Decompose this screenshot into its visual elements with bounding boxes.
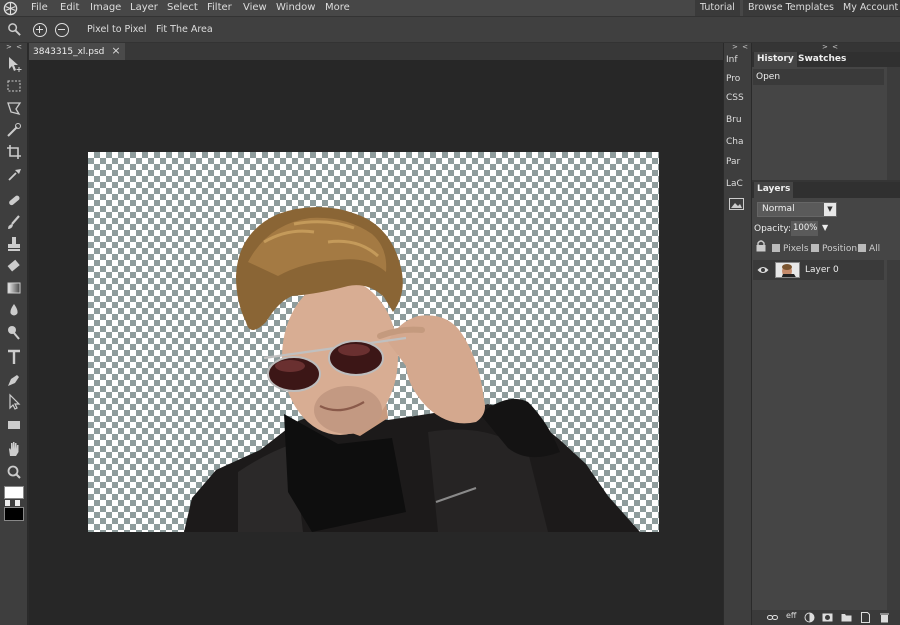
menu-image[interactable]: Image (90, 0, 121, 17)
healing-tool-icon[interactable] (4, 191, 24, 209)
layer-comps-panel-button[interactable]: LaC (726, 175, 750, 193)
document-tab-title: 3843315_xl.psd (33, 47, 105, 57)
search-icon[interactable] (7, 22, 22, 37)
brush-tool-icon[interactable] (4, 213, 24, 231)
lock-icon (756, 240, 766, 252)
image-panel-icon[interactable] (729, 198, 744, 210)
default-colors-icon[interactable] (5, 500, 10, 506)
crop-tool-icon[interactable] (4, 143, 24, 161)
eye-icon[interactable] (757, 264, 769, 276)
lock-all-checkbox[interactable]: All (858, 244, 880, 254)
chevron-down-icon: ▼ (824, 203, 836, 216)
lasso-tool-icon[interactable] (4, 99, 24, 117)
layer-name: Layer 0 (805, 265, 839, 275)
background-color-swatch[interactable] (4, 507, 24, 521)
opacity-input[interactable]: 100% (791, 221, 818, 236)
menu-window[interactable]: Window (276, 0, 315, 17)
tab-swatches[interactable]: Swatches (795, 52, 849, 67)
swap-colors-icon[interactable] (15, 500, 20, 506)
move-tool-icon[interactable] (4, 55, 24, 73)
layer-thumbnail (775, 262, 800, 278)
layers-footer: eff (752, 610, 900, 625)
new-layer-icon[interactable] (860, 612, 871, 623)
history-item[interactable]: Open (753, 69, 884, 85)
lock-pixels-checkbox[interactable]: Pixels (772, 244, 809, 254)
folder-icon[interactable] (841, 612, 852, 623)
zoom-tool-icon[interactable] (4, 463, 24, 481)
menu-select[interactable]: Select (167, 0, 198, 17)
eraser-tool-icon[interactable] (4, 257, 24, 275)
tools-panel: > < (0, 43, 28, 625)
tab-layers[interactable]: Layers (754, 182, 794, 198)
marquee-tool-icon[interactable] (4, 77, 24, 95)
tools-collapse-button[interactable]: > < (6, 43, 23, 51)
document-tab-bar: 3843315_xl.psd × (29, 43, 723, 60)
eyedropper-tool-icon[interactable] (4, 165, 24, 183)
zoom-out-icon[interactable] (55, 23, 69, 37)
menu-view[interactable]: View (243, 0, 267, 17)
dodge-tool-icon[interactable] (4, 323, 24, 341)
blur-tool-icon[interactable] (4, 301, 24, 319)
image-canvas[interactable] (88, 152, 659, 532)
path-select-tool-icon[interactable] (4, 393, 24, 411)
tutorial-button[interactable]: Tutorial (695, 0, 740, 16)
fit-area-button[interactable]: Fit The Area (156, 17, 213, 43)
mask-icon[interactable] (822, 612, 833, 623)
layer-row[interactable]: Layer 0 (753, 260, 884, 280)
close-icon[interactable]: × (111, 44, 120, 57)
photo-editor-app: File Edit Image Layer Select Filter View… (0, 0, 900, 625)
opacity-dropdown-icon[interactable]: ▼ (822, 223, 828, 232)
trash-icon[interactable] (879, 612, 890, 623)
shape-tool-icon[interactable] (4, 416, 24, 434)
paragraph-panel-button[interactable]: Par (726, 153, 750, 171)
adjustment-icon[interactable] (804, 612, 815, 623)
right-panels: > < History Swatches Open Layers Normal ▼… (752, 43, 900, 625)
history-scrollbar[interactable] (887, 67, 900, 180)
history-panel: Open (752, 67, 900, 180)
link-icon[interactable] (767, 612, 778, 623)
blend-mode-value: Normal (762, 204, 795, 214)
tab-history[interactable]: History (754, 52, 797, 67)
options-bar: Pixel to Pixel Fit The Area (0, 17, 900, 43)
properties-panel-button[interactable]: Pro (726, 70, 750, 88)
layers-scrollbar[interactable] (887, 260, 900, 610)
document-tab[interactable]: 3843315_xl.psd × (29, 43, 125, 60)
zoom-in-icon[interactable] (33, 23, 47, 37)
mini-panels-column: > < Inf Pro CSS Bru Cha Par LaC (723, 43, 752, 625)
text-tool-icon[interactable] (4, 348, 24, 366)
opacity-label: Opacity: (754, 224, 791, 234)
workspace (29, 60, 723, 625)
hand-tool-icon[interactable] (4, 440, 24, 458)
menu-edit[interactable]: Edit (60, 0, 79, 17)
app-logo-icon[interactable] (3, 1, 18, 16)
brush-panel-button[interactable]: Bru (726, 111, 750, 129)
lock-position-checkbox[interactable]: Position (811, 244, 857, 254)
pixel-to-pixel-button[interactable]: Pixel to Pixel (87, 17, 147, 43)
layers-tabs: Layers (752, 182, 900, 198)
my-account-button[interactable]: My Account (838, 0, 900, 16)
info-panel-button[interactable]: Inf (726, 51, 750, 69)
wand-tool-icon[interactable] (4, 121, 24, 139)
menu-more[interactable]: More (325, 0, 350, 17)
portrait-photo (184, 207, 640, 532)
gradient-tool-icon[interactable] (4, 279, 24, 297)
browse-templates-button[interactable]: Browse Templates (743, 0, 839, 16)
menu-layer[interactable]: Layer (130, 0, 158, 17)
menu-filter[interactable]: Filter (207, 0, 232, 17)
menu-bar: File Edit Image Layer Select Filter View… (0, 0, 900, 17)
right-panels-collapse-button[interactable]: > < (822, 43, 839, 51)
css-panel-button[interactable]: CSS (726, 89, 750, 107)
menu-file[interactable]: File (31, 0, 48, 17)
mini-panels-collapse-button[interactable]: > < (732, 43, 749, 51)
stamp-tool-icon[interactable] (4, 235, 24, 253)
foreground-color-swatch[interactable] (4, 486, 24, 499)
pen-tool-icon[interactable] (4, 371, 24, 389)
character-panel-button[interactable]: Cha (726, 133, 750, 151)
layer-effects-button[interactable]: eff (786, 611, 796, 620)
history-tabs: History Swatches (752, 52, 900, 67)
blend-mode-select[interactable]: Normal ▼ (757, 202, 837, 217)
layers-panel: Normal ▼ Opacity: 100% ▼ Pixels Position … (752, 198, 900, 610)
